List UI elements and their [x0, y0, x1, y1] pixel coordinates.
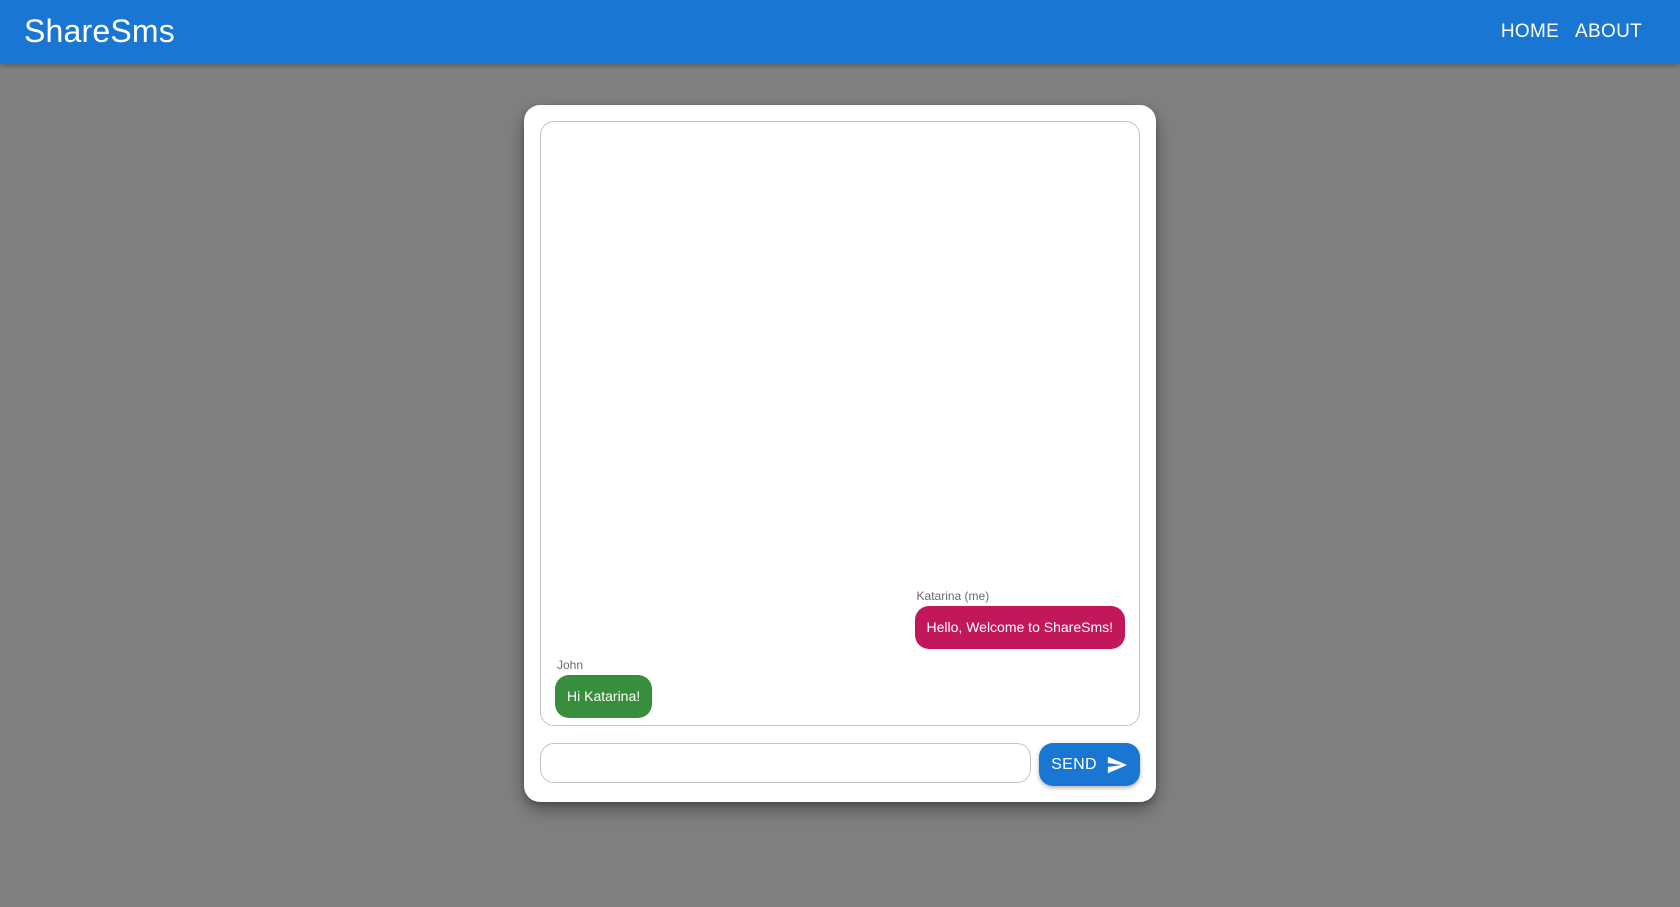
nav-home-link[interactable]: HOME	[1493, 13, 1567, 51]
message-sender: John	[557, 658, 584, 672]
chat-card: Katarina (me) Hello, Welcome to ShareSms…	[524, 105, 1156, 802]
message-input[interactable]	[540, 743, 1031, 783]
composer: SEND	[540, 743, 1140, 786]
message-bubble: Hello, Welcome to ShareSms!	[914, 606, 1125, 649]
send-button[interactable]: SEND	[1039, 743, 1140, 786]
top-nav: HOME ABOUT	[1493, 13, 1650, 51]
app-bar: ShareSms HOME ABOUT	[0, 0, 1680, 64]
nav-about-link[interactable]: ABOUT	[1567, 13, 1650, 51]
message-sender: Katarina (me)	[916, 589, 990, 603]
send-icon	[1106, 754, 1128, 776]
message-bubble: Hi Katarina!	[555, 675, 653, 718]
app-title[interactable]: ShareSms	[24, 13, 175, 50]
message-item: Katarina (me) Hello, Welcome to ShareSms…	[914, 589, 1125, 649]
message-item: John Hi Katarina!	[555, 658, 653, 718]
send-button-label: SEND	[1051, 755, 1097, 773]
message-list[interactable]: Katarina (me) Hello, Welcome to ShareSms…	[540, 121, 1140, 726]
